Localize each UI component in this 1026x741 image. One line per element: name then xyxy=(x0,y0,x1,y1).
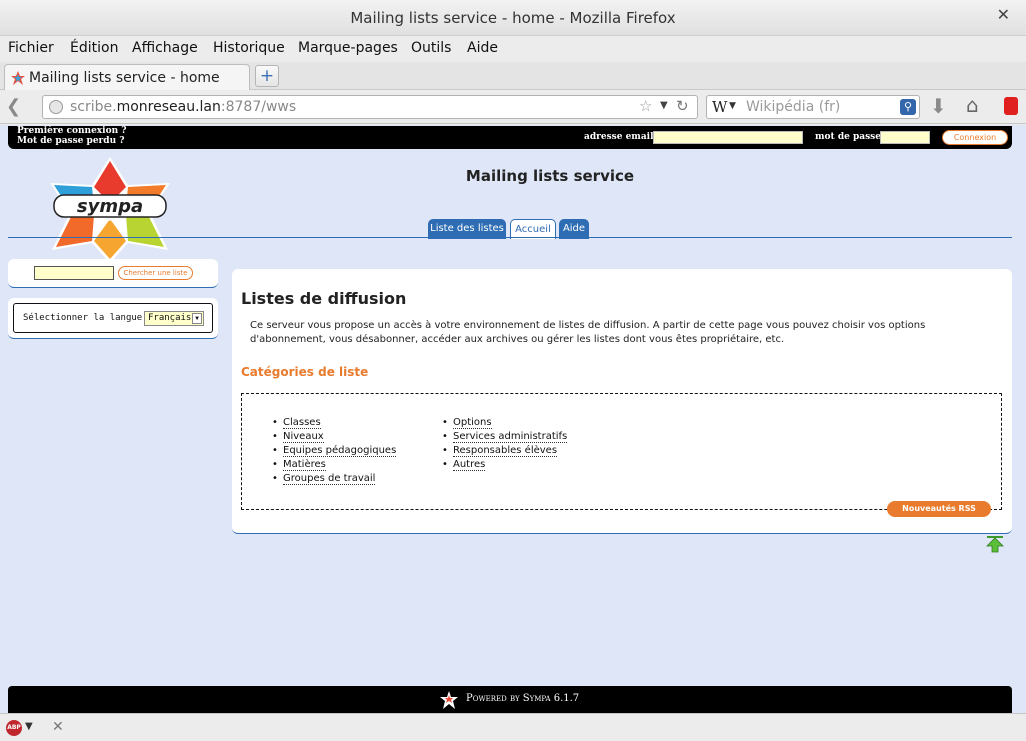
tab-accueil[interactable]: Accueil xyxy=(510,219,556,239)
scroll-top-icon[interactable] xyxy=(986,535,1004,553)
footer-bar: Powered by Sympa 6.1.7 xyxy=(8,686,1012,713)
tab-title: Mailing lists service - home xyxy=(29,70,220,86)
first-login-link[interactable]: Première connexion ? xyxy=(17,126,127,136)
main-panel: Listes de diffusion Ce serveur vous prop… xyxy=(232,269,1012,534)
password-label: mot de passe : xyxy=(815,132,888,142)
footer-text[interactable]: Powered by Sympa 6.1.7 xyxy=(466,693,579,704)
history-dropdown-icon[interactable]: ▼ xyxy=(660,100,668,111)
logo-text: sympa xyxy=(77,196,143,217)
status-bar: ABP ▼ ✕ xyxy=(0,713,1026,741)
menu-affichage[interactable]: Affichage xyxy=(132,40,198,56)
window-titlebar: Mailing lists service - home - Mozilla F… xyxy=(0,0,1026,36)
menu-bar: Fichier Édition Affichage Historique Mar… xyxy=(0,36,1026,62)
extension-icon[interactable] xyxy=(1004,97,1018,115)
browser-tab[interactable]: Mailing lists service - home xyxy=(4,64,250,91)
language-select[interactable]: Français ▼ xyxy=(144,311,204,326)
language-box: Sélectionner la langue Français ▼ xyxy=(8,298,218,339)
search-list-button[interactable]: Chercher une liste xyxy=(118,266,193,280)
category-item[interactable]: Equipes pédagogiques xyxy=(272,444,397,458)
lost-password-link[interactable]: Mot de passe perdu ? xyxy=(17,136,125,146)
globe-icon xyxy=(49,100,63,114)
category-item[interactable]: Services administratifs xyxy=(442,430,568,444)
home-icon[interactable]: ⌂ xyxy=(966,93,979,117)
close-icon[interactable]: ✕ xyxy=(52,719,64,735)
wikipedia-icon[interactable]: W xyxy=(712,98,727,116)
url-text[interactable]: scribe.monreseau.lan:8787/wws xyxy=(70,99,296,115)
search-icon[interactable]: ⚲ xyxy=(900,99,916,115)
new-tab-button[interactable]: + xyxy=(255,65,279,87)
search-bar[interactable]: W ▼ Wikipédia (fr) ⚲ xyxy=(706,95,920,119)
adblock-icon[interactable]: ABP xyxy=(6,720,22,736)
language-selector-frame: Sélectionner la langue Français ▼ xyxy=(13,303,213,333)
search-list-box: Chercher une liste xyxy=(8,259,218,288)
page-content: Première connexion ? Mot de passe perdu … xyxy=(0,125,1026,713)
list-search-input[interactable] xyxy=(34,266,114,280)
menu-historique[interactable]: Historique xyxy=(213,40,285,56)
email-field[interactable] xyxy=(653,131,803,144)
tab-aide[interactable]: Aide xyxy=(559,219,589,239)
sympa-favicon-icon xyxy=(11,71,25,85)
menu-aide[interactable]: Aide xyxy=(467,40,498,56)
menu-edition[interactable]: Édition xyxy=(70,40,118,56)
nav-divider xyxy=(8,237,1012,238)
search-placeholder[interactable]: Wikipédia (fr) xyxy=(746,99,840,115)
intro-text: Ce serveur vous propose un accès à votre… xyxy=(250,320,926,345)
categories-box: Classes Niveaux Equipes pédagogiques Mat… xyxy=(241,393,1002,517)
page-heading: Listes de diffusion xyxy=(241,289,407,308)
categories-column-2: Options Services administratifs Responsa… xyxy=(442,416,568,472)
back-arrow-icon[interactable]: ❮ xyxy=(6,96,30,118)
login-button[interactable]: Connexion xyxy=(942,130,1008,145)
window-close-icon[interactable]: ✕ xyxy=(997,5,1010,24)
language-label: Sélectionner la langue xyxy=(23,313,143,323)
category-item[interactable]: Responsables élèves xyxy=(442,444,567,458)
tab-liste-des-listes[interactable]: Liste des listes xyxy=(428,219,506,239)
category-item[interactable]: Groupes de travail xyxy=(272,472,396,486)
menu-outils[interactable]: Outils xyxy=(411,40,451,56)
sympa-logo[interactable]: sympa xyxy=(40,155,180,265)
navigation-toolbar: ❮ scribe.monreseau.lan:8787/wws ☆ ▼ ↻ W … xyxy=(0,90,1026,124)
categories-heading: Catégories de liste xyxy=(241,365,369,379)
download-icon[interactable]: ⬇ xyxy=(930,94,947,118)
category-item[interactable]: Autres xyxy=(442,458,567,472)
email-label: adresse email : xyxy=(584,132,660,142)
site-title: Mailing lists service xyxy=(465,167,635,185)
engine-dropdown-icon[interactable]: ▼ xyxy=(729,101,736,111)
reload-icon[interactable]: ↻ xyxy=(676,97,689,115)
category-item[interactable]: Options xyxy=(442,416,567,430)
tab-strip: Mailing lists service - home + xyxy=(0,62,1026,91)
bookmark-star-icon[interactable]: ☆ xyxy=(639,97,652,115)
category-item[interactable]: Matières xyxy=(272,458,396,472)
login-bar: Première connexion ? Mot de passe perdu … xyxy=(8,126,1012,149)
category-item[interactable]: Niveaux xyxy=(272,430,396,444)
language-select-value: Français xyxy=(148,313,192,323)
menu-marque-pages[interactable]: Marque-pages xyxy=(298,40,398,56)
chevron-down-icon: ▼ xyxy=(192,313,202,324)
window-title: Mailing lists service - home - Mozilla F… xyxy=(350,9,676,27)
adblock-dropdown-icon[interactable]: ▼ xyxy=(25,721,33,732)
sympa-footer-logo-icon xyxy=(440,691,458,709)
category-item[interactable]: Classes xyxy=(272,416,396,430)
password-field[interactable] xyxy=(880,131,930,144)
url-bar[interactable]: scribe.monreseau.lan:8787/wws ☆ ▼ ↻ xyxy=(42,95,698,119)
rss-button[interactable]: Nouveautés RSS xyxy=(887,501,991,517)
menu-fichier[interactable]: Fichier xyxy=(8,40,54,56)
categories-column-1: Classes Niveaux Equipes pédagogiques Mat… xyxy=(272,416,397,486)
